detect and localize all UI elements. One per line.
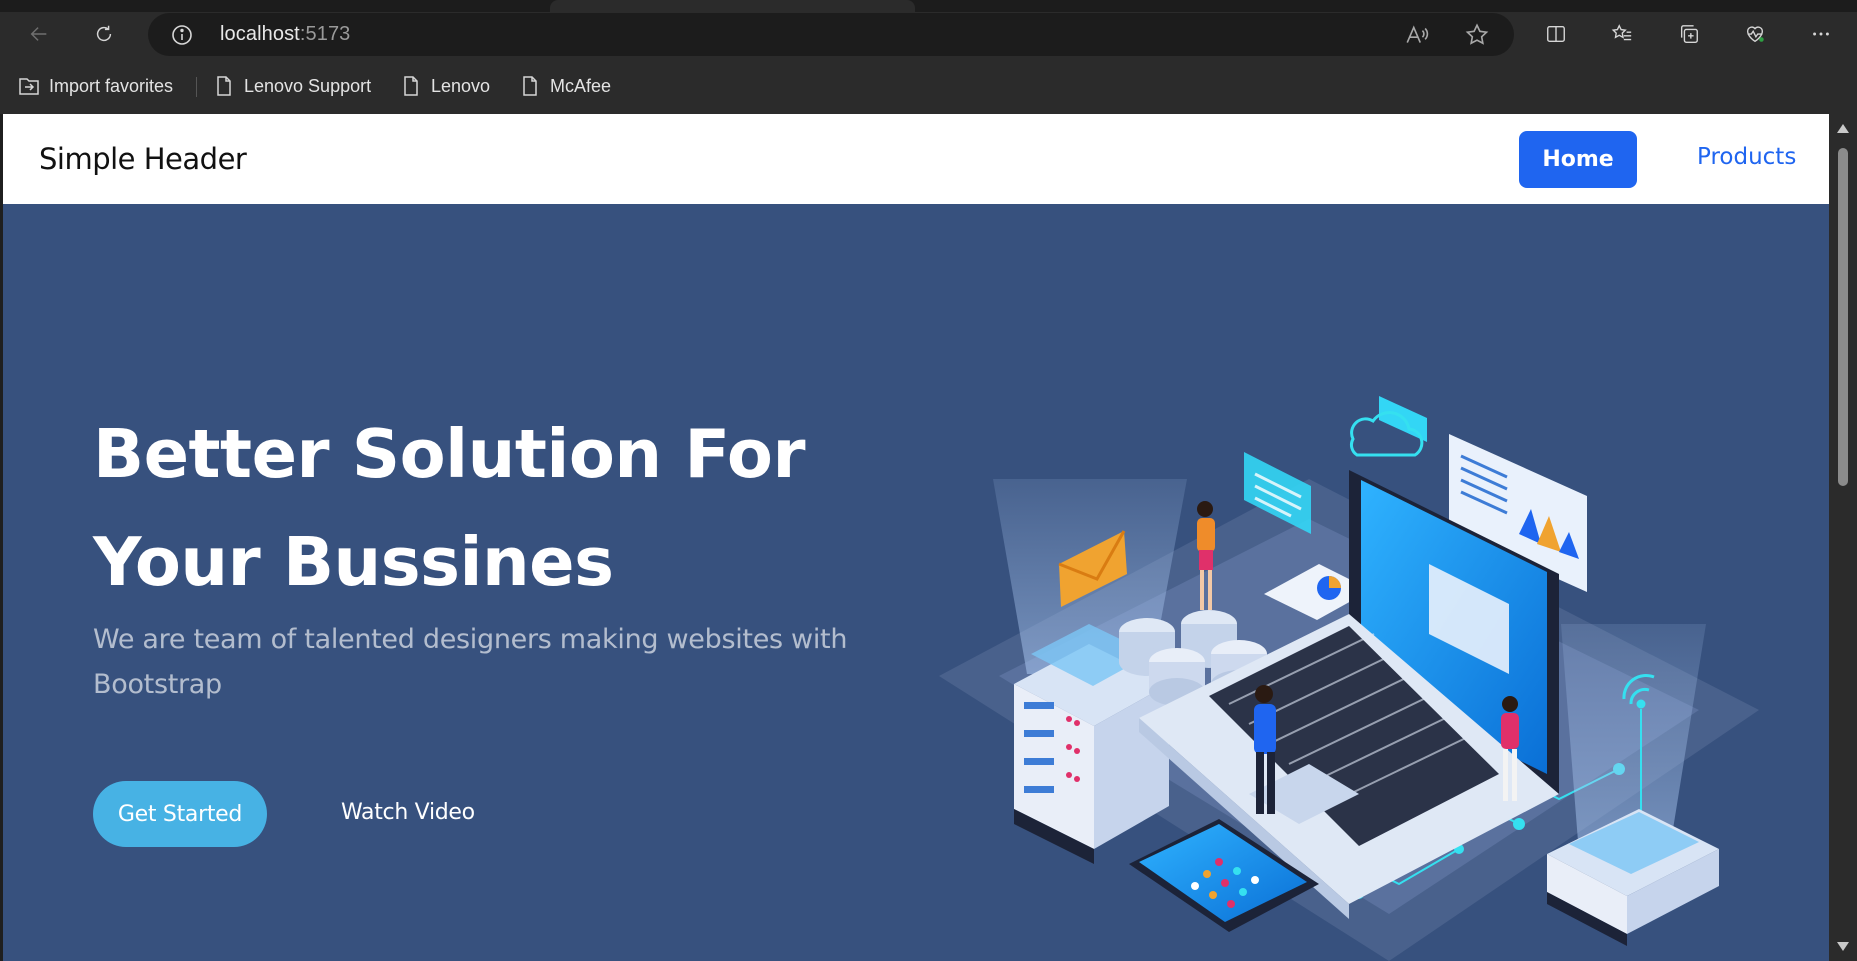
bookmark-label: Import favorites	[49, 75, 174, 96]
bookmark-label: McAfee	[550, 75, 612, 96]
bookmarks-divider	[196, 77, 197, 97]
refresh-icon[interactable]	[86, 16, 122, 52]
hero-title-line: Your Bussines	[93, 523, 614, 601]
hero-subtitle: We are team of talented designers making…	[93, 617, 853, 707]
bookmark-import-favorites[interactable]: Import favorites	[17, 72, 173, 100]
hero-illustration	[939, 396, 1759, 961]
get-started-button[interactable]: Get Started	[93, 781, 267, 847]
address-bar[interactable]: localhost:5173	[148, 13, 1514, 56]
url-port: :5173	[299, 23, 351, 45]
page-icon	[523, 76, 537, 96]
nav-home-link[interactable]: Home	[1519, 131, 1637, 188]
browser-chrome: localhost:5173 Import favorites Lenovo S…	[0, 0, 1857, 114]
page-viewport: Simple Header Home Products Better Solut…	[3, 114, 1829, 961]
watch-video-button[interactable]: Watch Video	[341, 800, 475, 825]
url-text[interactable]: localhost:5173	[220, 23, 350, 46]
bookmark-label: Lenovo	[431, 75, 491, 96]
nav-products-link[interactable]: Products	[1697, 144, 1796, 170]
hero-subtitle-line: Bootstrap	[93, 669, 222, 700]
collections-icon[interactable]	[1671, 16, 1707, 52]
favorite-star-icon[interactable]	[1464, 22, 1490, 48]
read-aloud-icon[interactable]	[1404, 22, 1430, 48]
tab-strip	[0, 0, 1857, 12]
bookmarks-bar: Import favorites Lenovo Support Lenovo M…	[0, 66, 1857, 106]
bookmark-lenovo[interactable]: Lenovo	[399, 72, 490, 100]
hero-title-line: Better Solution For	[93, 415, 806, 493]
url-host: localhost	[220, 23, 300, 45]
active-tab[interactable]	[550, 0, 915, 12]
bookmark-lenovo-support[interactable]: Lenovo Support	[212, 72, 371, 100]
bookmark-mcafee[interactable]: McAfee	[518, 72, 611, 100]
page-icon	[404, 76, 418, 96]
hero-title: Better Solution For Your Bussines	[93, 400, 813, 616]
split-screen-icon[interactable]	[1538, 16, 1574, 52]
hero-subtitle-line: We are team of talented designers making…	[93, 624, 848, 655]
scrollbar-thumb[interactable]	[1838, 148, 1848, 486]
bookmark-label: Lenovo Support	[244, 75, 372, 96]
page-scrollbar[interactable]	[1829, 114, 1857, 961]
site-brand[interactable]: Simple Header	[39, 142, 247, 176]
site-info-icon[interactable]	[170, 23, 194, 47]
page-icon	[217, 76, 231, 96]
back-icon[interactable]	[21, 16, 57, 52]
browser-essentials-icon[interactable]	[1737, 16, 1773, 52]
scroll-up-icon[interactable]	[1837, 124, 1849, 133]
site-header: Simple Header Home Products	[3, 114, 1829, 204]
import-favorites-icon	[19, 78, 39, 95]
more-menu-icon[interactable]	[1803, 16, 1839, 52]
favorites-icon[interactable]	[1604, 16, 1640, 52]
browser-toolbar: localhost:5173	[0, 12, 1857, 56]
scroll-down-icon[interactable]	[1837, 942, 1849, 951]
